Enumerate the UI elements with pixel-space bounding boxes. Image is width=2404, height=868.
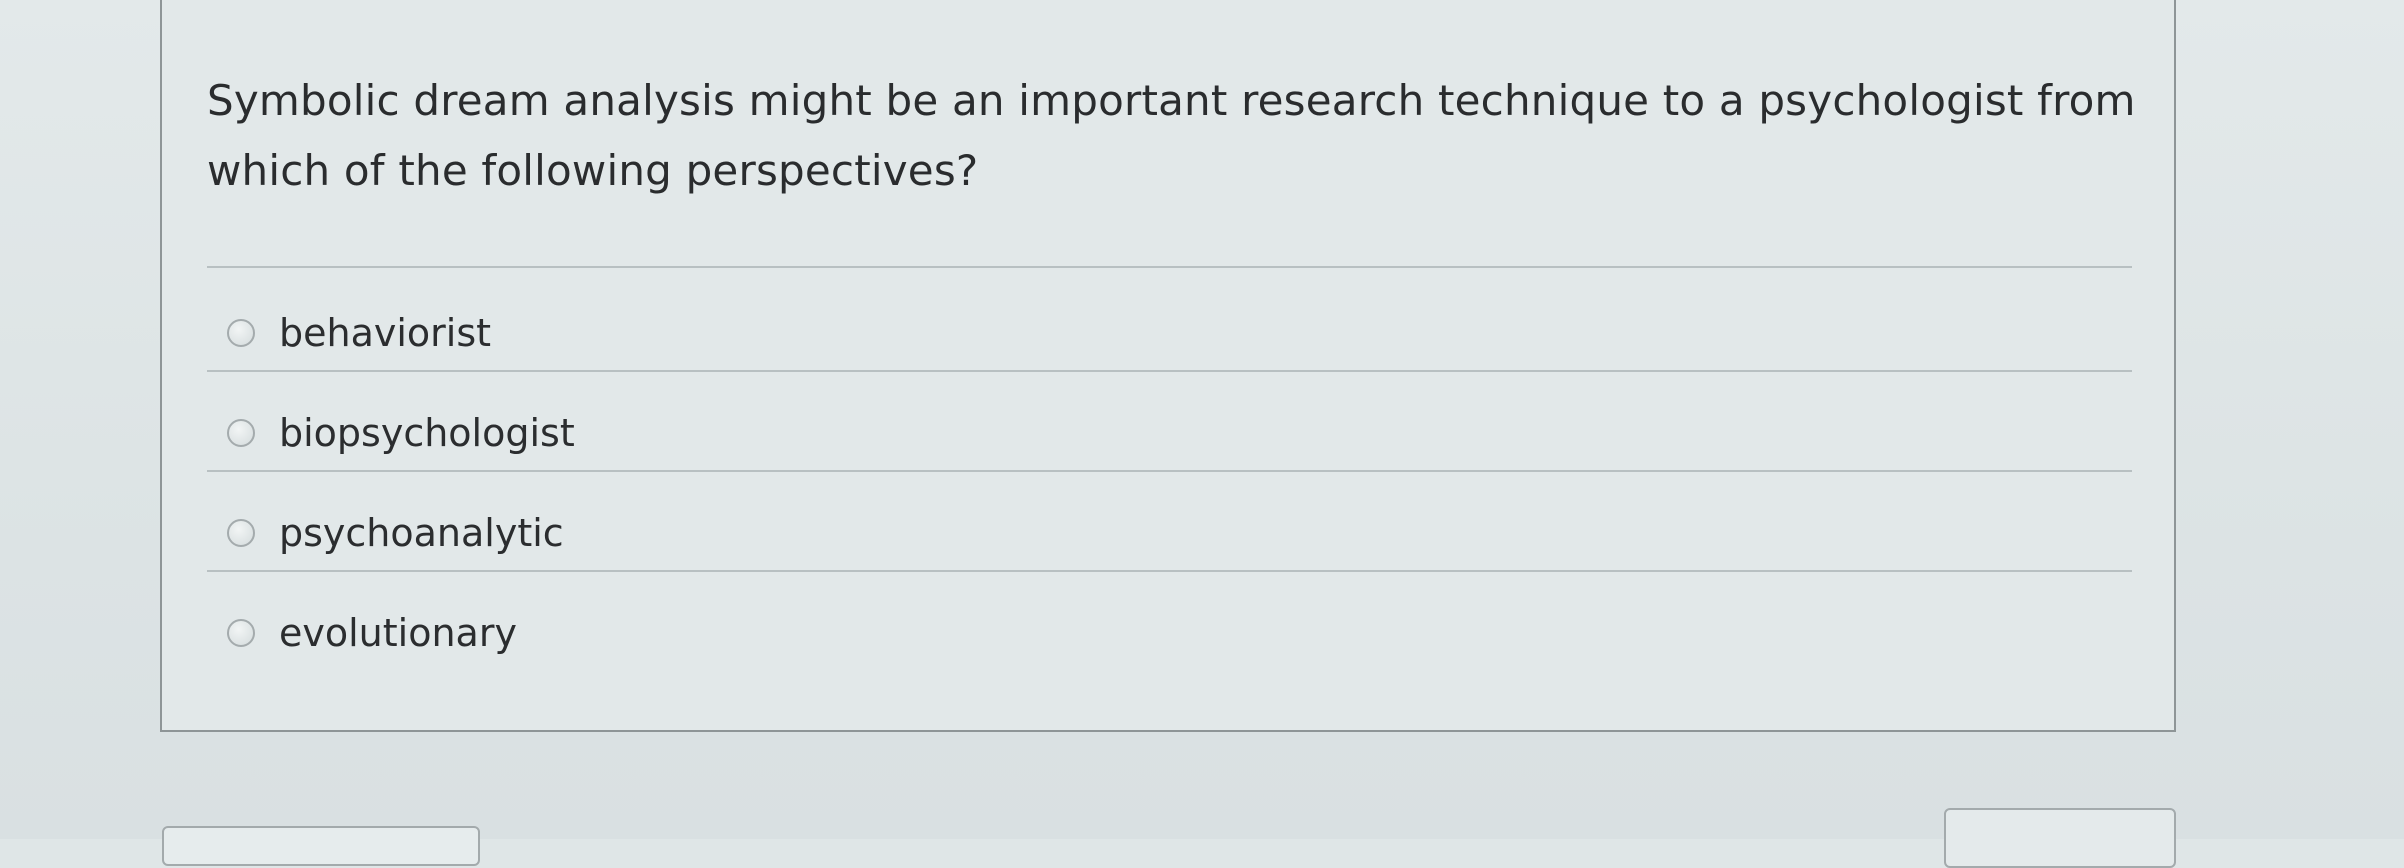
- question-divider: [207, 266, 2132, 268]
- page-background: Symbolic dream analysis might be an impo…: [0, 0, 2404, 868]
- answer-divider: [207, 470, 2132, 472]
- radio-button[interactable]: [227, 519, 255, 547]
- answer-label: behaviorist: [279, 311, 492, 355]
- answer-option-behaviorist[interactable]: behaviorist: [227, 303, 491, 363]
- answer-label: biopsychologist: [279, 411, 575, 455]
- radio-button[interactable]: [227, 319, 255, 347]
- answer-label: evolutionary: [279, 611, 517, 655]
- answer-option-biopsychologist[interactable]: biopsychologist: [227, 403, 575, 463]
- radio-button[interactable]: [227, 619, 255, 647]
- answer-option-evolutionary[interactable]: evolutionary: [227, 603, 517, 663]
- question-card: Symbolic dream analysis might be an impo…: [160, 0, 2176, 732]
- question-text: Symbolic dream analysis might be an impo…: [207, 76, 2136, 195]
- answer-option-psychoanalytic[interactable]: psychoanalytic: [227, 503, 564, 563]
- answer-label: psychoanalytic: [279, 511, 564, 555]
- radio-button[interactable]: [227, 419, 255, 447]
- previous-button[interactable]: [162, 826, 480, 866]
- answer-divider: [207, 570, 2132, 572]
- answer-divider: [207, 370, 2132, 372]
- next-button[interactable]: [1944, 808, 2176, 868]
